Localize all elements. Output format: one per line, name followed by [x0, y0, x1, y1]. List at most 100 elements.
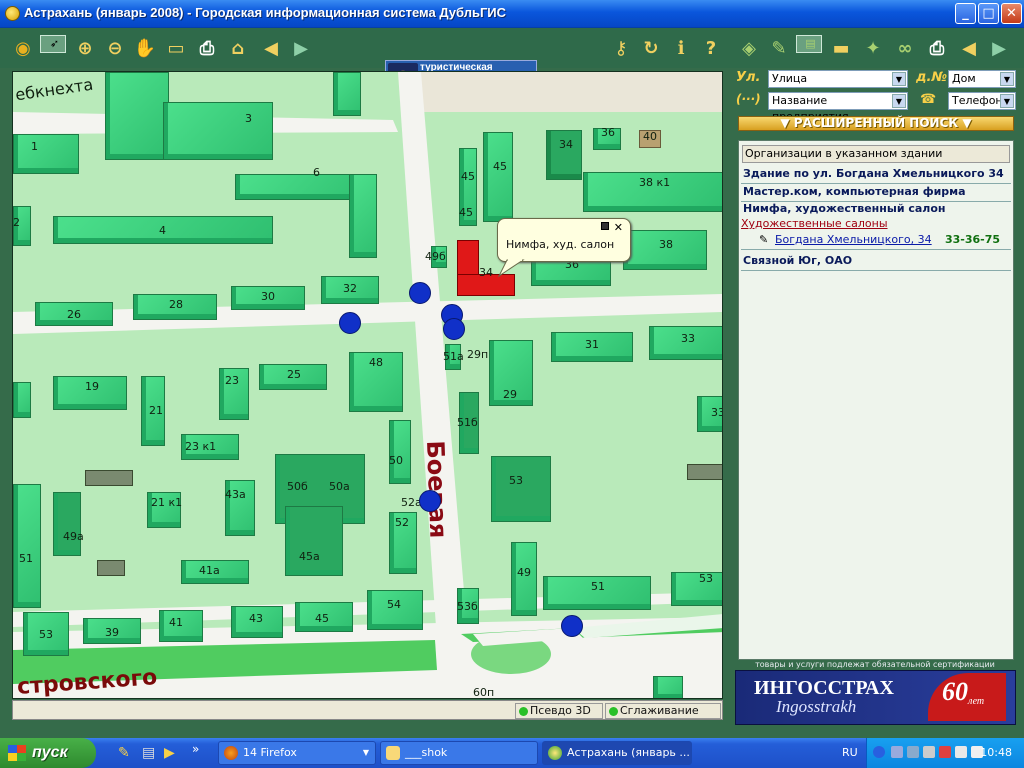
org-name-select[interactable]: Название предприятия▼: [768, 92, 908, 123]
phone-number[interactable]: 33-36-75: [945, 233, 1000, 246]
garage[interactable]: [687, 464, 722, 480]
clean-icon[interactable]: ✦: [860, 35, 886, 61]
tray-icon[interactable]: [923, 746, 935, 758]
chevron-down-icon[interactable]: ▼: [1000, 94, 1014, 108]
advanced-search-label: РАСШИРЕННЫЙ ПОИСК: [793, 116, 959, 130]
chevron-right-icon[interactable]: »: [192, 742, 199, 756]
chevron-down-icon[interactable]: ▼: [892, 94, 906, 108]
status-dot-icon: [609, 707, 618, 716]
poi-marker[interactable]: [409, 282, 431, 304]
building[interactable]: [389, 420, 411, 484]
building[interactable]: [349, 174, 377, 258]
bus-icon[interactable]: ▬: [828, 35, 854, 61]
result-org[interactable]: Мастер.ком, компьютерная фирма: [743, 185, 966, 198]
map-callout[interactable]: ✕ Нимфа, худ. салон: [497, 218, 631, 262]
poi-marker[interactable]: [443, 318, 465, 340]
building[interactable]: [105, 72, 169, 160]
result-org-selected[interactable]: Нимфа, художественный салон: [743, 202, 946, 215]
info-icon[interactable]: ℹ: [668, 35, 694, 61]
chevron-down-icon[interactable]: ▼: [892, 72, 906, 86]
edit-icon[interactable]: ✎: [766, 35, 792, 61]
task-folder[interactable]: ___shok: [380, 741, 538, 765]
save-icon[interactable]: [601, 222, 609, 230]
ad-years-label: лет: [968, 696, 985, 707]
building-number: 49: [517, 566, 531, 579]
building[interactable]: [13, 134, 79, 174]
rubric-link[interactable]: Художественные салоны: [741, 217, 888, 230]
print-panel-icon[interactable]: ⎙: [924, 35, 950, 61]
garage[interactable]: [97, 560, 125, 576]
house-select[interactable]: Дом ▼: [948, 70, 1016, 88]
building[interactable]: [653, 676, 683, 698]
poi-marker[interactable]: [339, 312, 361, 334]
forward-arrow-icon[interactable]: ▶: [288, 35, 314, 61]
network-icon[interactable]: [891, 746, 903, 758]
tray-icon[interactable]: [955, 746, 967, 758]
building-number: 29: [503, 388, 517, 401]
refresh-icon[interactable]: ↻: [638, 35, 664, 61]
city-map[interactable]: ебкнехта стровского Боевая 1 3 6 4 2 28 …: [12, 71, 723, 699]
street-select[interactable]: Улица ▼: [768, 70, 908, 88]
back-panel-icon[interactable]: ◀: [956, 35, 982, 61]
building[interactable]: [285, 506, 343, 576]
pointer-icon[interactable]: ➶: [40, 35, 66, 53]
minimize-button[interactable]: _: [955, 3, 976, 24]
language-indicator[interactable]: RU: [842, 746, 858, 759]
building[interactable]: [53, 492, 81, 556]
home-icon[interactable]: ⌂: [225, 35, 251, 61]
building[interactable]: [491, 456, 551, 522]
network-icon[interactable]: [907, 746, 919, 758]
print-icon[interactable]: ⎙: [194, 35, 220, 61]
key-icon[interactable]: ⚷: [608, 35, 634, 61]
zoom-in-icon[interactable]: ⊕: [72, 35, 98, 61]
hand-icon[interactable]: ✋: [132, 35, 158, 61]
zoom-out-icon[interactable]: ⊖: [102, 35, 128, 61]
pseudo3d-toggle[interactable]: Псевдо 3D: [515, 703, 603, 719]
close-icon[interactable]: ✕: [614, 221, 623, 234]
antivirus-icon[interactable]: [939, 746, 951, 758]
poi-marker[interactable]: [561, 615, 583, 637]
building[interactable]: [163, 102, 273, 160]
result-org[interactable]: Связной Юг, ОАО: [743, 254, 852, 267]
task-firefox[interactable]: 14 Firefox ▼: [218, 741, 376, 765]
maximize-button[interactable]: □: [978, 3, 999, 24]
building-number: 1: [31, 140, 38, 153]
search-map-icon[interactable]: ▤: [796, 35, 822, 53]
media-player-icon[interactable]: ▶: [164, 745, 175, 761]
building-number: 52: [395, 516, 409, 529]
ruler-icon[interactable]: ▭: [163, 35, 189, 61]
building-number: 34: [559, 138, 573, 151]
quicklaunch-icon[interactable]: ▤: [142, 745, 155, 761]
building[interactable]: [671, 572, 722, 606]
building[interactable]: [511, 542, 537, 616]
tray-arrow-icon[interactable]: [873, 746, 885, 758]
advanced-search-button[interactable]: ▼ РАСШИРЕННЫЙ ПОИСК ▼: [738, 116, 1014, 131]
result-building[interactable]: Здание по ул. Богдана Хмельницкого 34: [743, 167, 1004, 180]
garage[interactable]: [85, 470, 133, 486]
binoculars-icon[interactable]: ∞: [892, 35, 918, 61]
chevron-down-icon[interactable]: ▼: [1000, 72, 1014, 86]
quicklaunch-icon[interactable]: ✎: [118, 745, 130, 761]
phone-select[interactable]: Телефон ▼: [948, 92, 1016, 110]
building[interactable]: [13, 484, 41, 608]
callout-text: Нимфа, худ. салон: [506, 238, 615, 251]
address-link[interactable]: Богдана Хмельницкого, 34: [775, 233, 932, 246]
layers-icon[interactable]: ◈: [736, 35, 762, 61]
poi-marker[interactable]: [419, 490, 441, 512]
building[interactable]: [13, 382, 31, 418]
close-button[interactable]: ✕: [1001, 3, 1022, 24]
building[interactable]: [483, 132, 513, 222]
building[interactable]: [333, 72, 361, 116]
house-value: Дом: [952, 72, 976, 85]
globe-icon[interactable]: ◉: [10, 35, 36, 61]
forward-panel-icon[interactable]: ▶: [986, 35, 1012, 61]
ingosstrakh-ad[interactable]: ИНГОССТРАХ Ingosstrakh 60лет: [735, 670, 1016, 725]
building-number: 33: [711, 406, 722, 419]
start-button[interactable]: пуск: [0, 738, 96, 768]
chevron-down-icon: ▼: [362, 748, 369, 757]
help-icon[interactable]: ?: [698, 35, 724, 61]
back-arrow-icon[interactable]: ◀: [258, 35, 284, 61]
task-dublgis[interactable]: Астрахань (январь ...: [542, 741, 692, 765]
smoothing-toggle[interactable]: Сглаживание: [605, 703, 721, 719]
building-number: 2: [13, 216, 20, 229]
